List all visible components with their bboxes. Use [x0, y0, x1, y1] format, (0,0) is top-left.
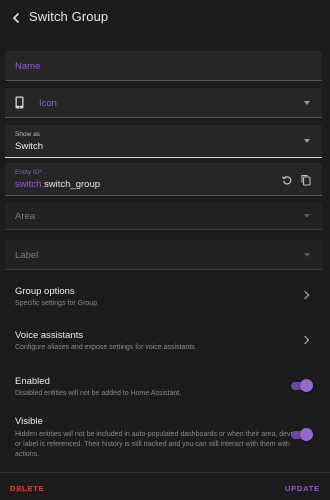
enabled-subtitle: Disabled entities will not be added to H…: [15, 390, 182, 397]
entity-id-object: switch_group: [44, 179, 101, 190]
toggle-thumb: [300, 379, 313, 392]
icon-picker[interactable]: Icon: [5, 88, 322, 118]
update-button[interactable]: UPDATE: [285, 484, 320, 493]
label-field-label: Label: [15, 250, 39, 261]
arrow-back-icon: [13, 13, 19, 23]
visible-toggle[interactable]: [289, 428, 313, 442]
group-options-title: Group options: [15, 286, 75, 297]
name-field[interactable]: Name: [5, 51, 322, 81]
entity-settings-dialog: Switch Group Name Icon Show as Switch En…: [0, 0, 330, 500]
toggle-thumb: [300, 428, 313, 441]
visible-row: Visible Hidden entities will not be incl…: [0, 412, 330, 458]
icon-field-label: Icon: [39, 98, 57, 109]
entity-id-domain: switch.: [15, 179, 45, 190]
group-options-subtitle: Specific settings for Group: [15, 300, 98, 307]
label-select[interactable]: Label: [5, 240, 322, 270]
copy-icon[interactable]: [300, 173, 312, 191]
entity-id-value: switch.switch_group: [15, 179, 100, 190]
area-label: Area: [15, 211, 36, 222]
delete-button[interactable]: DELETE: [10, 484, 44, 493]
enabled-row: Enabled Disabled entities will not be ad…: [0, 372, 330, 402]
group-options-row[interactable]: Group options Specific settings for Grou…: [0, 281, 330, 313]
area-select[interactable]: Area: [5, 202, 322, 230]
restore-icon[interactable]: [281, 173, 293, 191]
dropdown-arrow-icon: [304, 139, 310, 143]
visible-subtitle: Hidden entities will not be included in …: [15, 431, 300, 458]
voice-assistants-row[interactable]: Voice assistants Configure aliases and e…: [0, 325, 330, 355]
footer-divider: [0, 472, 330, 473]
chevron-right-icon: [300, 335, 310, 345]
show-as-label: Show as: [15, 131, 40, 138]
entity-id-field[interactable]: Entity ID* switch.switch_group: [5, 163, 322, 196]
dropdown-arrow-icon: [304, 252, 310, 257]
header: Switch Group: [0, 0, 330, 36]
entity-id-label: Entity ID*: [15, 169, 43, 176]
dropdown-arrow-icon: [304, 213, 310, 218]
name-field-label: Name: [15, 61, 41, 72]
dropdown-arrow-icon: [304, 100, 310, 105]
enabled-toggle[interactable]: [289, 379, 313, 393]
voice-assistants-title: Voice assistants: [15, 330, 84, 341]
voice-assistants-subtitle: Configure aliases and expose settings fo…: [15, 344, 195, 351]
back-button[interactable]: [4, 6, 28, 30]
cellphone-icon: [15, 96, 24, 114]
show-as-value: Switch: [15, 141, 43, 152]
visible-title: Visible: [15, 416, 43, 427]
page-title: Switch Group: [29, 9, 109, 24]
enabled-title: Enabled: [15, 376, 50, 387]
show-as-select[interactable]: Show as Switch: [5, 125, 322, 158]
chevron-right-icon: [300, 290, 310, 300]
